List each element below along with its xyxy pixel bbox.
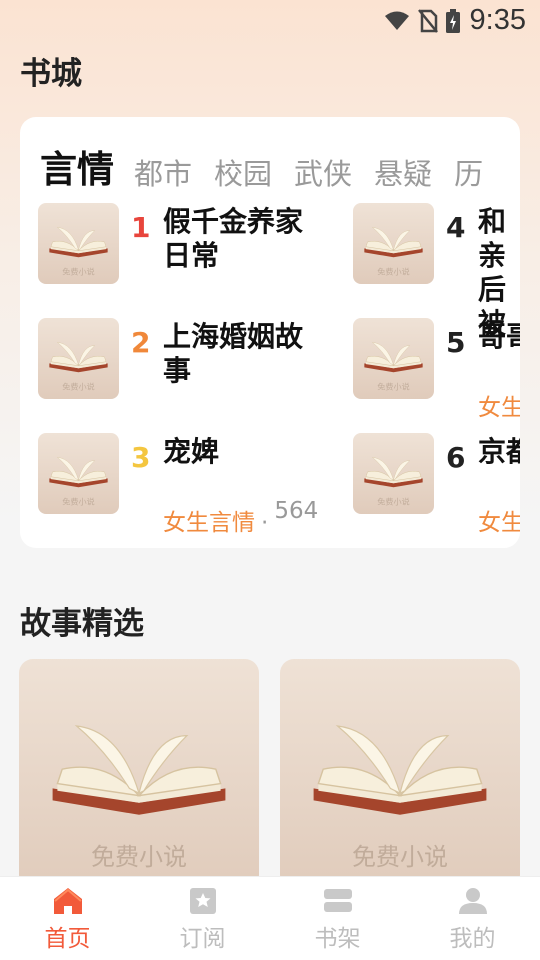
svg-text:免费小说: 免费小说 (377, 266, 409, 276)
book-title: 假千金养家日常 (163, 205, 304, 272)
rank-number: 4 (446, 211, 466, 244)
bookshelf-icon (323, 889, 352, 912)
nav-subscribe-label: 订阅 (179, 926, 226, 952)
book-cover: 免费小说 (38, 433, 119, 514)
page-title: 书城 (20, 56, 82, 92)
book-title: 京都 (478, 435, 520, 468)
book-title: 哥哥 (478, 320, 520, 353)
nav-home-label: 首页 (44, 926, 91, 952)
ranking-card: 言情 都市 校园 武侠 悬疑历 免费小说 1 假千金养家日常 免费小说 2 上海婚姻故事… (20, 117, 520, 548)
ranked-book[interactable]: 免费小说 5 哥哥 女生 (353, 318, 520, 421)
book-cover: 免费小说 (353, 433, 434, 514)
nav-subscribe[interactable]: 订阅 (135, 877, 270, 960)
status-bar: 9:35 (0, 0, 540, 44)
nav-profile-label: 我的 (449, 926, 496, 952)
status-icons: 9:35 (384, 4, 526, 37)
tab-history[interactable]: 历 (454, 151, 483, 189)
wifi-icon (384, 11, 409, 30)
book-cover: 免费小说 (353, 203, 434, 284)
svg-text:免费小说: 免费小说 (62, 266, 94, 276)
nav-home[interactable]: 首页 (0, 877, 135, 960)
tab-mystery[interactable]: 悬疑 (374, 151, 432, 189)
book-cover: 免费小说 (38, 318, 119, 399)
svg-text:免费小说: 免费小说 (91, 843, 187, 871)
book-category: 女生言情 (163, 510, 255, 536)
book-cover: 免费小说 (38, 203, 119, 284)
meta-separator: · (261, 510, 269, 536)
battery-icon (445, 8, 460, 33)
nav-bookshelf[interactable]: 书架 (270, 877, 405, 960)
user-icon (458, 888, 487, 914)
ranked-book[interactable]: 免费小说 2 上海婚姻故事 (38, 318, 358, 408)
rank-number: 2 (131, 326, 151, 359)
tab-romance[interactable]: 言情 (40, 139, 114, 189)
nav-profile[interactable]: 我的 (405, 877, 540, 960)
book-title: 上海婚姻故事 (163, 320, 304, 387)
tab-urban[interactable]: 都市 (134, 151, 192, 189)
book-title: 宠婢 (163, 435, 220, 468)
book-meta: 女生 (478, 503, 520, 537)
ranked-book[interactable]: 免费小说 3 宠婢 女生言情 · 564 (38, 433, 358, 536)
ranked-book[interactable]: 免费小说 1 假千金养家日常 (38, 203, 358, 293)
book-meta: 女生 (478, 388, 520, 422)
book-category: 女生 (478, 395, 520, 421)
rank-number: 6 (446, 441, 466, 474)
book-category: 女生 (478, 510, 520, 536)
bottom-nav: 首页 订阅 书架 我的 (0, 876, 540, 960)
rank-number: 5 (446, 326, 466, 359)
story-card[interactable]: 免费小说 (19, 659, 259, 889)
tab-martial-arts[interactable]: 武侠 (294, 151, 352, 189)
svg-text:免费小说: 免费小说 (352, 843, 448, 871)
nav-bookshelf-label: 书架 (314, 926, 361, 952)
no-sim-icon (417, 8, 438, 33)
status-time: 9:35 (469, 4, 526, 36)
book-cover: 免费小说 (353, 318, 434, 399)
story-card[interactable]: 免费小说 (280, 659, 520, 889)
svg-text:免费小说: 免费小说 (377, 381, 409, 391)
svg-text:免费小说: 免费小说 (377, 496, 409, 506)
ranked-book[interactable]: 免费小说 6 京都 女生 (353, 433, 520, 536)
bookmark-icon (189, 888, 216, 914)
rank-number: 3 (131, 441, 151, 474)
svg-text:免费小说: 免费小说 (62, 496, 94, 506)
tab-campus[interactable]: 校园 (214, 151, 272, 189)
book-count: 564 (274, 498, 319, 524)
svg-text:免费小说: 免费小说 (62, 381, 94, 391)
ranked-book[interactable]: 免费小说 4 和亲后被 (353, 203, 520, 340)
book-meta: 女生言情 · 564 (163, 498, 318, 537)
rank-number: 1 (131, 211, 151, 244)
home-icon (53, 888, 82, 914)
section-title-stories: 故事精选 (20, 606, 144, 642)
category-tabs: 言情 都市 校园 武侠 悬疑历 (40, 139, 520, 189)
